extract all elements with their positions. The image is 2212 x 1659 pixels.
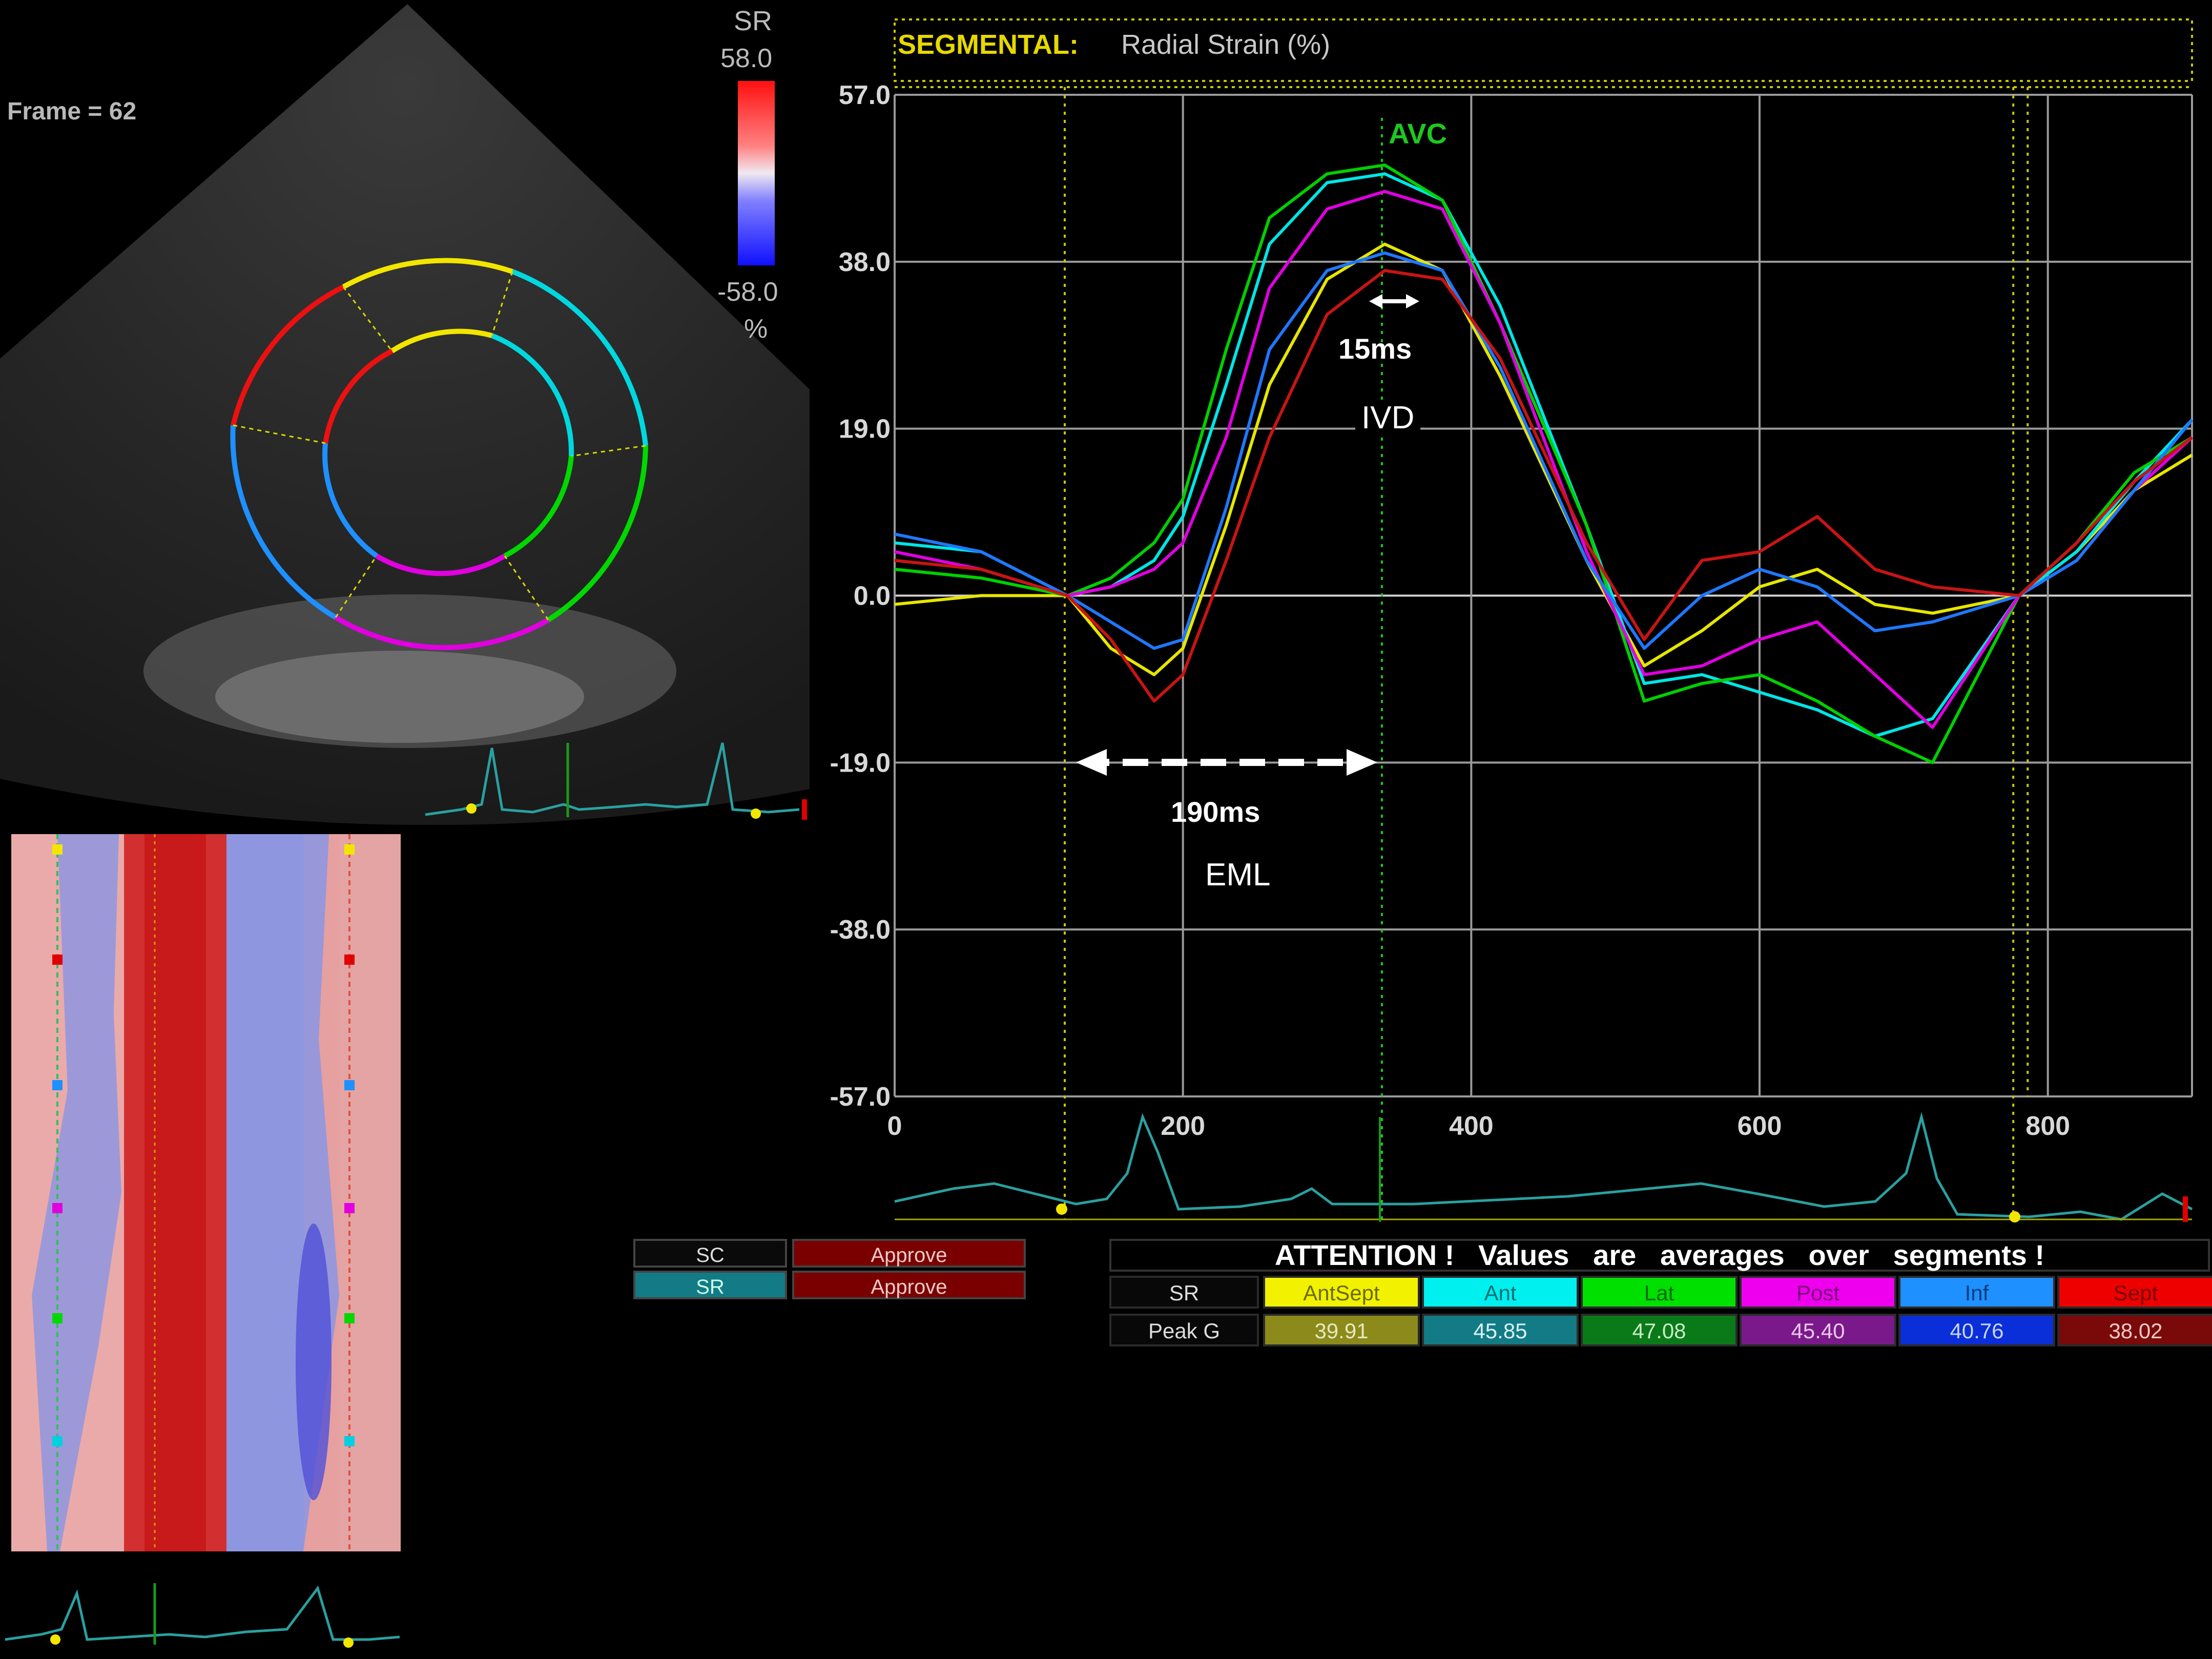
x-tick-label: 0 <box>887 1111 902 1141</box>
graph-header-title: SEGMENTAL: <box>898 29 1079 60</box>
segment-value-post: 45.40 <box>1740 1314 1896 1346</box>
x-tick-label: 600 <box>1738 1111 1782 1141</box>
mmode-ecg <box>5 1583 400 1648</box>
scale-max-label: 58.0 <box>720 44 773 73</box>
segment-header-post: Post <box>1740 1276 1896 1309</box>
sc-button[interactable]: SC <box>633 1239 787 1268</box>
segment-value-antsept: 39.91 <box>1263 1314 1420 1346</box>
strain-curves <box>894 163 2194 764</box>
avc-label: AVC <box>1389 117 1448 150</box>
y-tick-label: 57.0 <box>839 80 891 110</box>
ecg-dot <box>1056 1204 1067 1215</box>
ivd-label: IVD <box>1355 400 1421 436</box>
sr-color-scale <box>738 81 775 265</box>
ecg-dot <box>466 803 477 814</box>
segment-value-ant: 45.85 <box>1422 1314 1579 1346</box>
segment-header-sept: Sept <box>2057 1276 2212 1309</box>
y-tick-label: -38.0 <box>830 915 891 945</box>
strain-curve-4 <box>894 190 2194 729</box>
approve-sr-button[interactable]: Approve <box>792 1271 1026 1299</box>
row-label-peak: Peak G <box>1109 1314 1259 1346</box>
ivd-duration-label: 15ms <box>1338 333 1412 365</box>
segment-header-lat: Lat <box>1581 1276 1738 1309</box>
y-axis-ticks: 57.0 38.0 19.0 0.0 -19.0 -38.0 -57.0 <box>830 80 891 1112</box>
eml-duration-label: 190ms <box>1171 796 1260 828</box>
approve-sc-button[interactable]: Approve <box>792 1239 1026 1268</box>
row-label-sr: SR <box>1109 1276 1259 1309</box>
x-tick-label: 400 <box>1449 1111 1494 1141</box>
attention-banner: ATTENTION ! Values are averages over seg… <box>1109 1239 2210 1272</box>
segment-value-inf: 40.76 <box>1898 1314 2055 1346</box>
frame-number: Frame = 62 <box>7 98 137 125</box>
x-tick-label: 200 <box>1161 1111 1205 1141</box>
ecg-end-marker <box>2183 1196 2188 1222</box>
y-tick-label: 0.0 <box>854 582 891 611</box>
strain-curve-2 <box>894 172 2194 738</box>
segment-value-lat: 47.08 <box>1581 1314 1738 1346</box>
strain-graph: 57.0 38.0 19.0 0.0 -19.0 -38.0 -57.0 0 200 400 60… <box>830 18 2194 1222</box>
graph-header-subtitle: Radial Strain (%) <box>1121 29 1331 60</box>
segment-header-inf: Inf <box>1898 1276 2055 1309</box>
segment-header-antsept: AntSept <box>1263 1276 1420 1309</box>
scale-title: SR <box>734 6 773 36</box>
graph-header-box <box>894 18 2193 82</box>
mmode-panel <box>11 834 401 1551</box>
y-tick-label: 38.0 <box>839 247 891 277</box>
graph-ecg-trace <box>894 1112 2193 1221</box>
scale-unit-label: % <box>744 314 768 344</box>
ecg-dot <box>2009 1211 2020 1222</box>
event-lines <box>1063 87 2029 1219</box>
sr-button[interactable]: SR <box>633 1271 787 1299</box>
x-tick-label: 800 <box>2025 1111 2070 1141</box>
segment-header-ant: Ant <box>1422 1276 1579 1309</box>
y-tick-label: -19.0 <box>830 748 891 778</box>
graph-grid <box>894 94 2193 1097</box>
segment-value-sept: 38.02 <box>2057 1314 2212 1346</box>
y-tick-label: 19.0 <box>839 414 891 444</box>
ecg-dot <box>751 808 761 819</box>
ivd-arrow <box>1369 294 1419 308</box>
eml-label: EML <box>1205 857 1271 893</box>
scale-min-label: -58.0 <box>717 277 778 307</box>
y-tick-label: -57.0 <box>830 1082 891 1112</box>
